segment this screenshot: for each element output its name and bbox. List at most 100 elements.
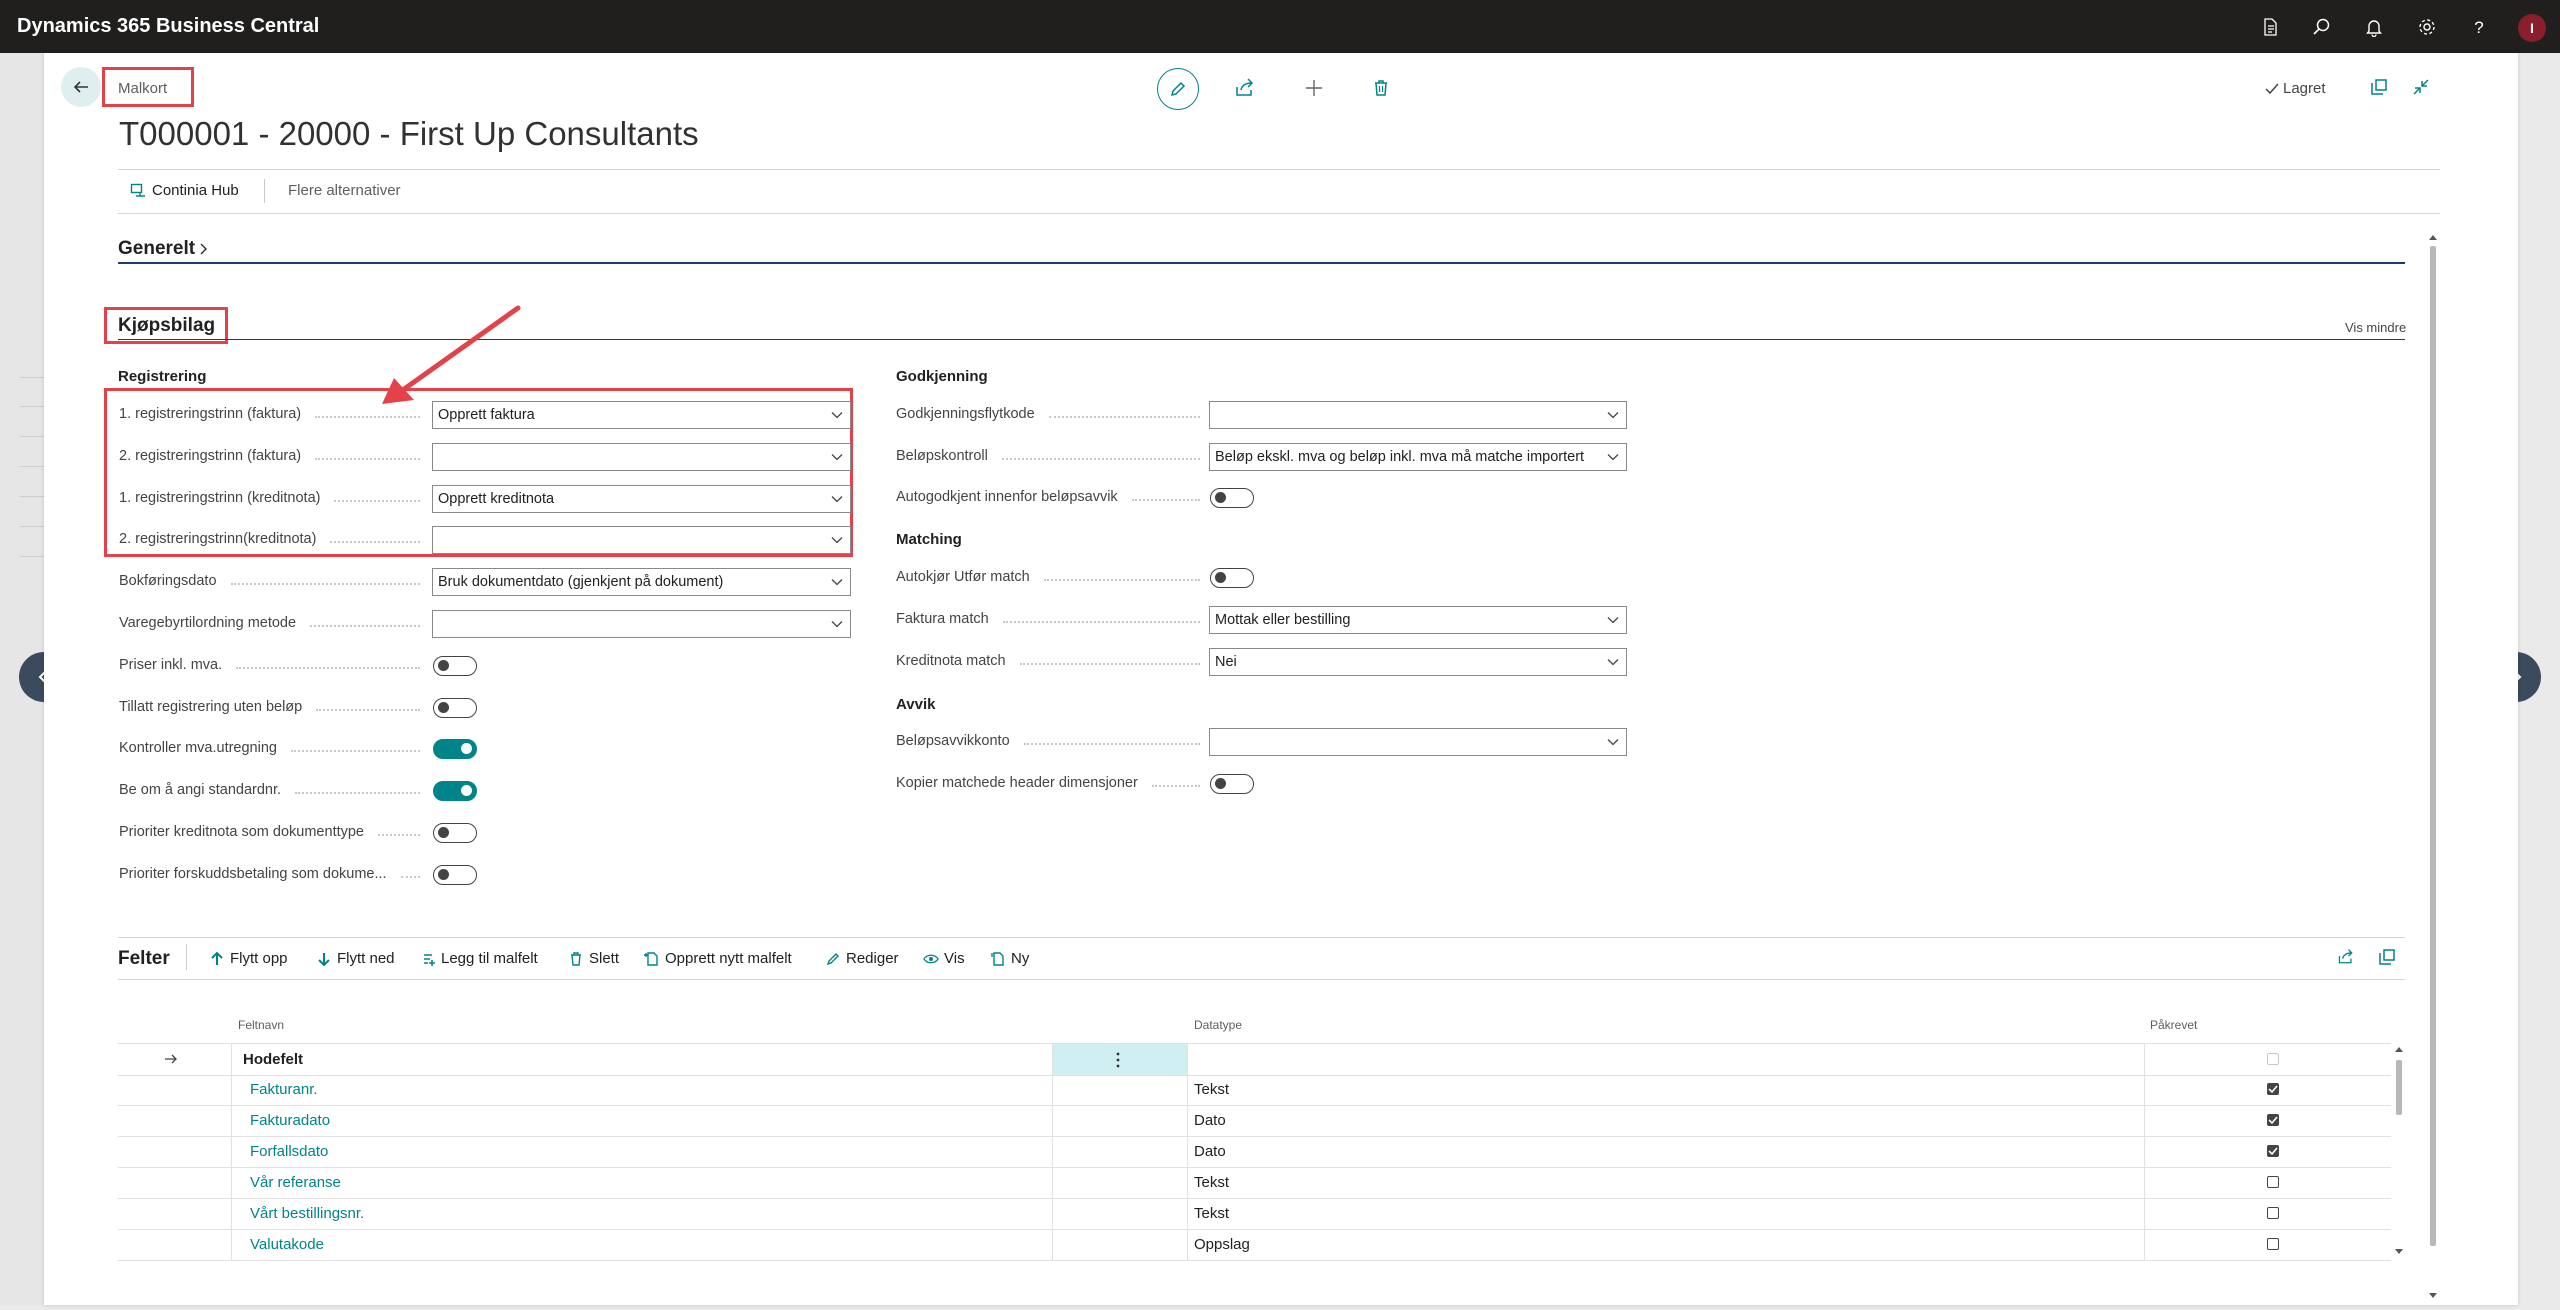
table-row[interactable]: Fakturadato Dato [118, 1105, 2391, 1137]
table-row[interactable]: Vårt bestillingsnr. Tekst [118, 1198, 2391, 1230]
share-icon[interactable] [2337, 948, 2355, 971]
field-select[interactable] [432, 610, 851, 638]
table-row[interactable]: Forfallsdato Dato [118, 1136, 2391, 1168]
column-header-required[interactable]: Påkrevet [2150, 1018, 2197, 1032]
row-name[interactable]: Fakturanr. [250, 1074, 1050, 1105]
fields-action-6[interactable]: Vis [923, 950, 965, 967]
section-purchase-title[interactable]: Kjøpsbilag [118, 315, 215, 337]
fields-action-0[interactable]: Flytt opp [209, 950, 288, 967]
row-menu-cell[interactable] [1052, 1074, 1188, 1105]
field-label: Kopier matchede header dimensjoner [896, 775, 1138, 791]
delete-button[interactable] [1361, 68, 1401, 108]
row-required-cell [2144, 1167, 2391, 1198]
row-indicator-cell [118, 1229, 232, 1260]
field-leader [378, 832, 420, 836]
fields-action-5[interactable]: Rediger [825, 950, 899, 967]
fields-action-label: Flytt ned [337, 950, 395, 967]
fields-action-4[interactable]: Opprett nytt malfelt [644, 950, 792, 967]
field-toggle[interactable] [433, 823, 477, 843]
field-leader [1132, 497, 1200, 501]
more-options-label: Flere alternativer [288, 182, 401, 199]
svg-text:?: ? [2474, 18, 2483, 37]
fields-action-7[interactable]: Ny [990, 950, 1029, 967]
fields-action-3[interactable]: Slett [568, 950, 619, 967]
table-row[interactable]: Fakturanr. Tekst [118, 1074, 2391, 1106]
field-label: Autokjør Utfør match [896, 569, 1030, 585]
field-toggle[interactable] [433, 739, 477, 760]
field-select[interactable]: Mottak eller bestilling [1209, 606, 1627, 634]
field-select[interactable] [432, 526, 851, 555]
page-scrollbar[interactable] [2425, 228, 2441, 1305]
open-new-window-icon[interactable] [2370, 78, 2388, 101]
trash-icon [1375, 80, 1387, 96]
table-row[interactable]: Hodefelt [118, 1043, 2391, 1076]
field-select[interactable]: Opprett kreditnota [432, 484, 851, 513]
field-select[interactable]: Beløp ekskl. mva og beløp inkl. mva må m… [1209, 442, 1627, 471]
field-label: Bokføringsdato [119, 573, 217, 590]
row-menu-cell[interactable] [1052, 1136, 1188, 1167]
field-toggle[interactable] [433, 655, 477, 676]
required-checkbox[interactable] [2267, 1083, 2279, 1095]
fields-action-2[interactable]: Legg til malfelt [420, 950, 538, 967]
fields-action-label: Vis [944, 950, 965, 967]
column-header-datatype[interactable]: Datatype [1194, 1018, 1242, 1032]
field-select[interactable] [1209, 401, 1627, 429]
section-general-header[interactable]: Generelt [118, 238, 211, 260]
table-row[interactable]: Vår referanse Tekst [118, 1167, 2391, 1199]
back-button[interactable] [61, 67, 101, 107]
field-toggle[interactable] [433, 697, 477, 718]
required-checkbox[interactable] [2267, 1176, 2279, 1188]
field-label: Autogodkjent innenfor beløpsavvik [896, 489, 1118, 505]
field-select[interactable]: Nei [1209, 648, 1627, 676]
app-title[interactable]: Dynamics 365 Business Central [17, 15, 319, 38]
row-name[interactable]: Vårt bestillingsnr. [250, 1198, 1050, 1229]
field-toggle[interactable] [1210, 488, 1254, 508]
search-icon[interactable] [2309, 14, 2335, 40]
required-checkbox[interactable] [2267, 1238, 2279, 1250]
field-select[interactable]: Opprett faktura [432, 401, 851, 429]
row-name[interactable]: Forfallsdato [250, 1136, 1050, 1167]
breadcrumb[interactable]: Malkort [118, 80, 167, 97]
row-name[interactable]: Fakturadato [250, 1105, 1050, 1136]
field-leader [330, 539, 420, 544]
row-menu-cell[interactable] [1052, 1229, 1188, 1260]
row-menu-cell[interactable] [1052, 1044, 1188, 1075]
more-options-action[interactable]: Flere alternativer [288, 182, 401, 199]
row-name[interactable]: Valutakode [250, 1229, 1050, 1260]
grid-scrollbar[interactable] [2391, 1043, 2407, 1258]
field-toggle[interactable] [433, 864, 477, 885]
field-select[interactable]: Bruk dokumentdato (gjenkjent på dokument… [432, 568, 851, 597]
show-less-link[interactable]: Vis mindre [2345, 320, 2406, 335]
row-name[interactable]: Hodefelt [243, 1044, 1043, 1075]
column-header-name[interactable]: Feltnavn [238, 1018, 284, 1032]
field-select[interactable] [432, 442, 851, 471]
required-checkbox[interactable] [2267, 1145, 2279, 1157]
required-checkbox[interactable] [2267, 1053, 2279, 1065]
required-checkbox[interactable] [2267, 1207, 2279, 1219]
row-menu-cell[interactable] [1052, 1105, 1188, 1136]
row-menu-cell[interactable] [1052, 1167, 1188, 1198]
required-checkbox[interactable] [2267, 1114, 2279, 1126]
row-menu-cell[interactable] [1052, 1198, 1188, 1229]
new-button[interactable] [1294, 68, 1334, 108]
bell-icon[interactable] [2361, 14, 2387, 40]
row-name[interactable]: Vår referanse [250, 1167, 1050, 1198]
field-toggle[interactable] [1210, 568, 1254, 588]
field-leader [1044, 577, 1200, 581]
field-toggle[interactable] [433, 781, 477, 802]
collapse-icon[interactable] [2412, 78, 2430, 101]
field-toggle[interactable] [1210, 774, 1254, 794]
table-row[interactable]: Valutakode Oppslag [118, 1229, 2391, 1261]
share-button[interactable] [1225, 68, 1265, 108]
gear-icon[interactable] [2414, 14, 2440, 40]
edit-button[interactable] [1157, 68, 1199, 110]
continia-hub-action[interactable]: Continia Hub [130, 182, 239, 199]
report-icon[interactable] [2257, 14, 2283, 40]
saved-status-label: Lagret [2283, 80, 2326, 97]
fields-action-1[interactable]: Flytt ned [316, 950, 395, 967]
avatar[interactable]: I [2518, 14, 2546, 42]
expand-icon[interactable] [2378, 948, 2396, 971]
field-select[interactable] [1209, 728, 1627, 756]
help-icon[interactable]: ? [2466, 14, 2492, 40]
chevron-right-icon [200, 243, 208, 255]
